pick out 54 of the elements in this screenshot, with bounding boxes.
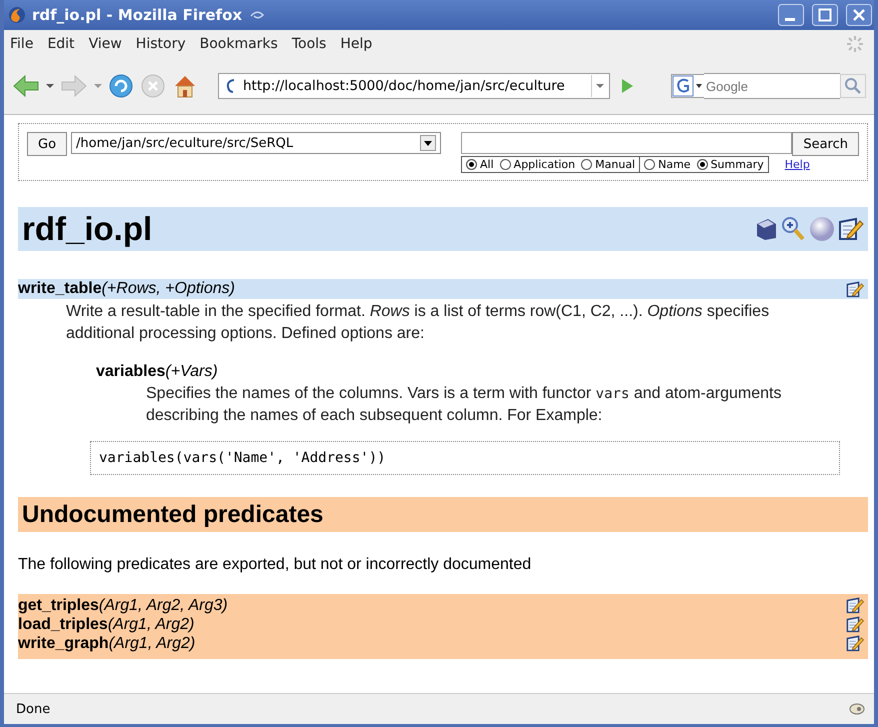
- radio-label: Summary: [710, 158, 764, 171]
- radio-button[interactable]: [500, 159, 511, 170]
- radio-button[interactable]: [466, 159, 478, 170]
- menu-item[interactable]: File: [10, 36, 34, 52]
- go-button[interactable]: Go: [27, 132, 68, 156]
- search-input[interactable]: [461, 132, 792, 154]
- minimize-icon[interactable]: [778, 4, 804, 26]
- radio-label: Manual: [595, 158, 636, 171]
- option-signature: variables(+Vars): [96, 363, 218, 381]
- radio-button[interactable]: [644, 159, 656, 170]
- window-title: rdf_io.pl - Mozilla Firefox: [32, 6, 242, 24]
- radio-label: Name: [658, 158, 691, 171]
- maximize-icon[interactable]: [812, 4, 838, 26]
- option-description: Specifies the names of the columns. Vars is a term with functor vars and atom-arguments describing the names of each subsequent column. For Example:: [146, 384, 782, 426]
- reload-icon[interactable]: [108, 73, 134, 99]
- source-icon[interactable]: [754, 216, 778, 242]
- radio-label: Application: [514, 158, 576, 171]
- edit-icon[interactable]: [846, 597, 864, 614]
- predicate-signature: write_table(+Rows, +Options): [18, 280, 235, 298]
- page-title: rdf_io.pl: [22, 210, 152, 248]
- path-dropdown[interactable]: /home/jan/src/eculture/src/SeRQL: [71, 132, 442, 154]
- radio-button[interactable]: [581, 159, 592, 170]
- edit-icon[interactable]: [838, 217, 864, 241]
- close-icon[interactable]: [846, 4, 872, 26]
- predicate-signature: write_graph(Arg1, Arg2): [18, 634, 196, 652]
- radio-label: All: [480, 158, 494, 171]
- section-heading: Undocumented predicates: [22, 500, 324, 528]
- status-text: Done: [16, 702, 50, 716]
- predicate-signature: get_triples(Arg1, Arg2, Arg3): [18, 596, 228, 614]
- zoom-icon[interactable]: [780, 215, 806, 243]
- edit-icon[interactable]: [846, 616, 864, 633]
- radio-button[interactable]: [696, 159, 708, 170]
- menu-item[interactable]: History: [136, 36, 186, 52]
- search-button[interactable]: Search: [792, 132, 859, 156]
- menu-item[interactable]: View: [88, 36, 122, 52]
- menu-item[interactable]: Help: [340, 36, 372, 52]
- menu-item[interactable]: Bookmarks: [200, 36, 278, 52]
- menu-item[interactable]: Tools: [292, 36, 326, 52]
- search-field[interactable]: Google: [704, 73, 840, 99]
- edit-icon[interactable]: [846, 635, 864, 652]
- predicate-signature: load_triples(Arg1, Arg2): [18, 616, 194, 634]
- section-text: The following predicates are exported, but not or incorrectly documented: [18, 556, 532, 574]
- back-arrow-icon[interactable]: [12, 74, 40, 98]
- firefox-icon: [8, 6, 26, 24]
- dropdown-icon[interactable]: [46, 83, 54, 89]
- address-field[interactable]: http://localhost:5000/doc/home/jan/src/eculture: [218, 73, 610, 99]
- menu-item[interactable]: Edit: [47, 36, 75, 52]
- predicate-description: Write a result-table in the specified format. Rows is a list of terms row(C1, C2, ...). Options specifies additional processing options. Defined options are:: [66, 302, 770, 344]
- edit-icon[interactable]: [846, 280, 864, 298]
- help-link[interactable]: Help: [784, 158, 810, 171]
- throbber-icon: [846, 35, 864, 53]
- google-icon: [671, 74, 704, 98]
- dropdown-icon[interactable]: [420, 135, 436, 151]
- code-block: variables(vars('Name', 'Address')): [90, 441, 840, 475]
